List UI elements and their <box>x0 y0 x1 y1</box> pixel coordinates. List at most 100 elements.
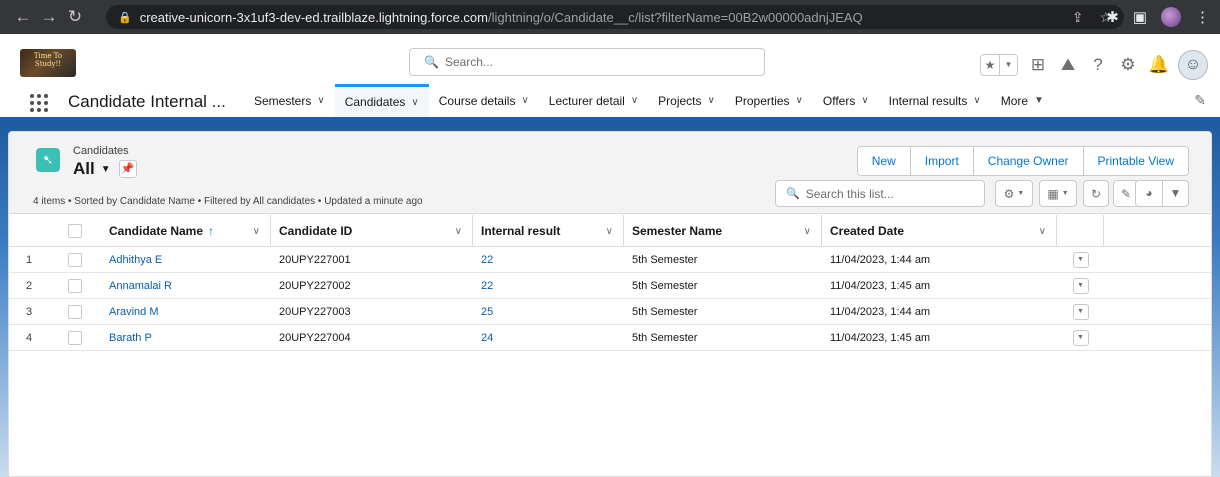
nav-tab-more[interactable]: More ▼ <box>991 84 1054 117</box>
candidate-id: 20UPY227001 <box>279 254 351 266</box>
nav-tab-lecturer-detail[interactable]: Lecturer detail ∨ <box>539 84 648 117</box>
import-button[interactable]: Import <box>909 147 973 175</box>
address-bar[interactable]: 🔒 creative-unicorn-3x1uf3-dev-ed.trailbl… <box>106 5 1124 29</box>
chevron-down-icon[interactable]: ∨ <box>455 226 462 237</box>
nav-tab-internal-results[interactable]: Internal results ∨ <box>879 84 991 117</box>
internal-result-link[interactable]: 25 <box>481 306 493 318</box>
back-arrow-icon[interactable]: ← <box>10 0 36 34</box>
chevron-down-icon[interactable]: ∨ <box>796 95 803 106</box>
list-search-input[interactable]: 🔍 Search this list... <box>775 180 985 207</box>
row-action-menu-icon[interactable]: ▼ <box>1072 330 1089 346</box>
refresh-button[interactable]: ↻ <box>1083 180 1109 207</box>
display-as-button[interactable]: ▦ ▼ <box>1039 180 1077 207</box>
profile-avatar-icon[interactable] <box>1161 7 1181 27</box>
row-checkbox-cell <box>49 325 101 351</box>
candidate-name-link[interactable]: Barath P <box>109 332 152 344</box>
list-view-picker[interactable]: All ▼ 📌 <box>73 159 137 179</box>
internal-result-link[interactable]: 22 <box>481 254 493 266</box>
chevron-down-icon[interactable]: ∨ <box>253 226 260 237</box>
share-icon[interactable]: ⇪ <box>1072 9 1084 26</box>
browser-toolbar: ← → ↻ 🔒 creative-unicorn-3x1uf3-dev-ed.t… <box>0 0 1220 34</box>
chart-icon[interactable]: ◕ <box>1136 181 1162 206</box>
candidate-name-link[interactable]: Adhithya E <box>109 254 162 266</box>
browser-menu-icon[interactable]: ⋮ <box>1195 8 1210 26</box>
favorites-button-group[interactable]: ★ ▼ <box>980 54 1018 76</box>
user-avatar[interactable]: ☺ <box>1178 50 1208 80</box>
nav-tab-offers[interactable]: Offers ∨ <box>813 84 879 117</box>
table-row: 2 Annamalai R 20UPY227002 22 5th Semeste… <box>9 273 1211 299</box>
row-checkbox[interactable] <box>68 331 82 345</box>
chevron-down-icon[interactable]: ∨ <box>861 95 868 106</box>
column-label: Created Date <box>830 224 905 238</box>
org-logo[interactable]: Time To Study!! <box>20 49 76 77</box>
extensions-puzzle-icon[interactable]: ✱ <box>1106 8 1119 26</box>
chevron-down-icon[interactable]: ∨ <box>317 95 324 106</box>
list-settings-button[interactable]: ⚙ ▼ <box>995 180 1033 207</box>
list-status-text: 4 items • Sorted by Candidate Name • Fil… <box>33 196 423 207</box>
chevron-down-icon[interactable]: ∨ <box>708 95 715 106</box>
setup-gear-icon[interactable]: ⚙ <box>1118 55 1138 75</box>
notifications-bell-icon[interactable]: 🔔 <box>1148 55 1169 75</box>
app-launcher-icon[interactable] <box>30 94 48 112</box>
candidate-name-link[interactable]: Aravind M <box>109 306 159 318</box>
candidate-name-link[interactable]: Annamalai R <box>109 280 172 292</box>
nav-tab-label: Semesters <box>254 93 312 108</box>
caret-down-icon[interactable]: ▼ <box>101 164 111 175</box>
refresh-icon: ↻ <box>1090 186 1102 201</box>
nav-tab-properties[interactable]: Properties ∨ <box>725 84 813 117</box>
printable-view-button[interactable]: Printable View <box>1082 147 1188 175</box>
app-navigation-bar: Candidate Internal ... Semesters ∨ Candid… <box>0 84 1220 120</box>
internal-result-link[interactable]: 24 <box>481 332 493 344</box>
forward-arrow-icon[interactable]: → <box>36 0 62 34</box>
internal-result-link[interactable]: 22 <box>481 280 493 292</box>
chevron-down-icon[interactable]: ∨ <box>606 226 613 237</box>
chevron-down-icon[interactable]: ∨ <box>631 95 638 106</box>
select-all-checkbox-cell <box>49 215 101 247</box>
column-header-semester-name[interactable]: Semester Name ∨ <box>624 215 822 247</box>
chevron-down-icon[interactable]: ∨ <box>521 95 528 106</box>
pin-icon[interactable]: 📌 <box>118 160 137 178</box>
row-checkbox[interactable] <box>68 279 82 293</box>
trailhead-icon[interactable]: ⛰ <box>1058 55 1078 75</box>
chevron-down-icon[interactable]: ▼ <box>999 55 1017 75</box>
reload-icon[interactable]: ↻ <box>62 0 88 34</box>
row-action-menu-icon[interactable]: ▼ <box>1072 304 1089 320</box>
nav-tab-candidates[interactable]: Candidates ∨ <box>334 84 429 117</box>
caret-down-icon[interactable]: ▼ <box>1034 95 1044 106</box>
column-header-created-date[interactable]: Created Date ∨ <box>822 215 1057 247</box>
global-actions-plus-icon[interactable]: ⊞ <box>1028 55 1048 75</box>
row-checkbox[interactable] <box>68 253 82 267</box>
chevron-down-icon[interactable]: ∨ <box>1039 226 1046 237</box>
row-action-menu-icon[interactable]: ▼ <box>1072 278 1089 294</box>
nav-tab-semesters[interactable]: Semesters ∨ <box>244 84 335 117</box>
column-header-internal-result[interactable]: Internal result ∨ <box>473 215 624 247</box>
nav-tab-projects[interactable]: Projects ∨ <box>648 84 725 117</box>
chevron-down-icon[interactable]: ∨ <box>973 95 980 106</box>
row-action-menu-icon[interactable]: ▼ <box>1072 252 1089 268</box>
favorite-star-icon[interactable]: ★ <box>981 55 999 75</box>
sidepanel-icon[interactable]: ▣ <box>1133 8 1147 26</box>
list-search-placeholder: Search this list... <box>805 186 894 201</box>
change-owner-button[interactable]: Change Owner <box>972 147 1083 175</box>
row-number-header <box>9 215 49 247</box>
gear-icon: ⚙ <box>1003 186 1015 201</box>
filter-icon[interactable]: ▼ <box>1162 181 1188 206</box>
chevron-down-icon[interactable]: ∨ <box>411 97 418 108</box>
new-button[interactable]: New <box>857 147 910 175</box>
global-search-input[interactable]: 🔍 Search... <box>409 48 765 76</box>
column-label: Internal result <box>481 224 561 238</box>
semester-name: 5th Semester <box>632 254 698 266</box>
chevron-down-icon[interactable]: ∨ <box>804 226 811 237</box>
select-all-checkbox[interactable] <box>68 224 82 238</box>
row-checkbox[interactable] <box>68 305 82 319</box>
row-number: 4 <box>25 332 33 344</box>
created-date: 11/04/2023, 1:45 am <box>830 280 931 292</box>
column-header-candidate-id[interactable]: Candidate ID ∨ <box>271 215 473 247</box>
edit-nav-pencil-icon[interactable]: ✎ <box>1194 92 1206 109</box>
column-header-candidate-name[interactable]: Candidate Name ↑ ∨ <box>101 215 271 247</box>
help-icon[interactable]: ? <box>1088 55 1108 75</box>
caret-down-icon: ▼ <box>1017 190 1025 197</box>
column-label: Candidate ID <box>279 224 353 238</box>
nav-tab-course-details[interactable]: Course details ∨ <box>429 84 539 117</box>
search-icon: 🔍 <box>786 188 800 200</box>
